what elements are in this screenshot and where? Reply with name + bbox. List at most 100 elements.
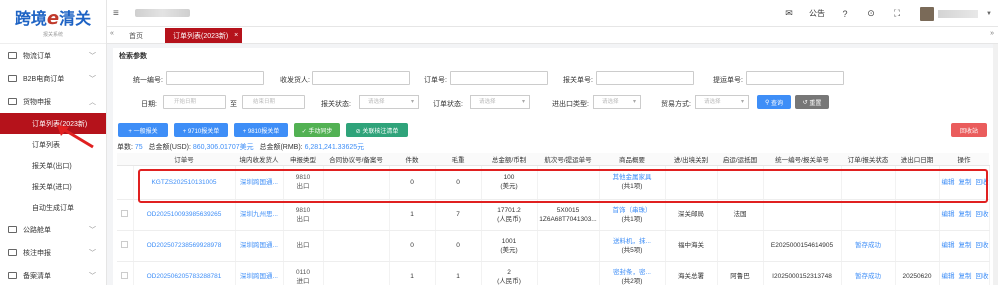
recycle-bin-button[interactable]: 回收站 [951, 123, 987, 137]
tab-home[interactable]: 首页 [121, 28, 151, 43]
close-icon[interactable]: × [234, 32, 238, 39]
goods-cell: 送料机，抹... (共5项) [599, 230, 666, 262]
caret-down-icon[interactable]: ▼ [986, 11, 992, 17]
avatar[interactable] [920, 6, 935, 21]
type-direction: 出口 [296, 215, 310, 223]
tab-prev-icon[interactable]: « [110, 30, 114, 37]
order-status-select[interactable]: 请选择 [470, 95, 530, 109]
recycle-link[interactable]: 回收 [976, 242, 989, 249]
help-icon[interactable]: ? [832, 9, 858, 19]
link-consignment-button[interactable]: ⊘ 关联核注清单 [346, 123, 408, 137]
notice-link[interactable]: 公告 [802, 8, 832, 19]
sidebar-subitem-declaration-import[interactable]: 报关单(进口) [0, 176, 106, 197]
recycle-link[interactable]: 回收 [976, 211, 989, 218]
voyage-cell: 5X0015 1Z6A68T7041303... [537, 199, 600, 231]
amount-cell: 1001 (美元) [481, 230, 538, 262]
col-pieces: 件数 [389, 153, 435, 166]
consignee-input[interactable] [312, 71, 410, 85]
sidebar-item-road-manifest[interactable]: 公路舱单 ﹀ [0, 218, 106, 241]
copy-link[interactable]: 复制 [959, 242, 972, 249]
theme-icon[interactable]: ⊙ [858, 8, 884, 19]
general-declaration-button[interactable]: + 一般报关 [118, 123, 168, 137]
edit-link[interactable]: 编辑 [942, 179, 955, 186]
decl-status-select[interactable]: 请选择 [359, 95, 419, 109]
folder-icon [8, 52, 17, 59]
bill-no-input[interactable] [746, 71, 844, 85]
status-link[interactable]: 暂存成功 [855, 273, 881, 280]
copy-link[interactable]: 复制 [959, 211, 972, 218]
logo-e: e [46, 8, 60, 29]
order-no-input[interactable] [450, 71, 548, 85]
end-date-input[interactable]: 结束日期 [242, 95, 305, 109]
sidebar-item-verification[interactable]: 核注申报 ﹀ [0, 241, 106, 264]
sidebar-subitem-declaration-export[interactable]: 报关单(出口) [0, 155, 106, 176]
ie-type-select[interactable]: 请选择 [593, 95, 641, 109]
consignee-link[interactable]: 深圳跨国通... [240, 273, 278, 280]
currency: (人民币) [497, 277, 521, 285]
col-consignee: 境内收发货人 [235, 153, 283, 166]
col-unified-no: 统一编号/报关单号 [763, 153, 841, 166]
order-no-link[interactable]: KGTZS202510131005 [151, 179, 216, 186]
goods-link[interactable]: 送料机，抹... [600, 237, 665, 246]
port-cell [665, 165, 718, 200]
goods-link[interactable]: 其他金属家具 [600, 173, 665, 182]
edit-link[interactable]: 编辑 [942, 273, 955, 280]
table-row[interactable]: OD202510093985639265 深圳九州思... 9810 出口 1 7… [117, 199, 990, 231]
pieces-cell: 0 [389, 165, 436, 200]
trade-mode-select[interactable]: 请选择 [695, 95, 749, 109]
table-row[interactable]: OD202507238569928978 深圳跨国通... 出口 0 0 100… [117, 230, 990, 262]
row-checkbox[interactable] [121, 209, 129, 217]
edit-link[interactable]: 编辑 [942, 211, 955, 218]
blurred-username[interactable] [938, 9, 979, 18]
edit-link[interactable]: 编辑 [942, 242, 955, 249]
declaration-no-input[interactable] [596, 71, 694, 85]
order-no-cell: OD202506205783288781 [133, 261, 236, 285]
recycle-link[interactable]: 回收 [976, 273, 989, 280]
sidebar-item-label: 核注申报 [23, 249, 51, 257]
sidebar-subitem-auto-generate[interactable]: 自动生成订单 [0, 197, 106, 218]
sidebar-item-goods-declaration[interactable]: 货物申报 ︿ [0, 90, 106, 113]
vertical-scrollbar[interactable] [993, 44, 998, 285]
recycle-link[interactable]: 回收 [976, 179, 989, 186]
order-no-link[interactable]: OD202507238569928978 [147, 242, 222, 249]
top-right-tools: ✉ 公告 ? ⊙ ⛶ ▼ [776, 0, 998, 27]
order-no-link[interactable]: OD202510093985639265 [147, 211, 222, 218]
tab-order-list-2023[interactable]: 订单列表(2023新) × [165, 28, 243, 43]
contract-cell [323, 230, 390, 262]
amount: 2 [507, 268, 511, 276]
goods-link[interactable]: 首饰（串珠） [600, 206, 665, 215]
unified-no-input[interactable] [166, 71, 264, 85]
row-checkbox[interactable] [121, 271, 129, 279]
consignee-link[interactable]: 深圳跨国通... [240, 179, 278, 186]
table-row[interactable]: OD202506205783288781 深圳跨国通... 0110 进口 1 1… [117, 261, 990, 285]
query-button[interactable]: ⚲ 查询 [757, 95, 791, 109]
consignee-link[interactable]: 深圳跨国通... [240, 242, 278, 249]
manual-sync-button[interactable]: ✓ 手动同步 [294, 123, 340, 137]
status-link[interactable]: 暂存成功 [855, 242, 881, 249]
date-cell [895, 199, 940, 231]
folder-icon [8, 98, 17, 105]
start-date-input[interactable]: 开始日期 [163, 95, 226, 109]
sidebar-item-filing-list[interactable]: 备案清单 ﹀ [0, 264, 106, 285]
copy-link[interactable]: 复制 [959, 179, 972, 186]
declare-9810-button[interactable]: + 9810报关单 [234, 123, 288, 137]
row-select-cell [117, 230, 134, 262]
goods-link[interactable]: 密封条，密... [600, 268, 665, 277]
mail-icon[interactable]: ✉ [776, 8, 802, 19]
reset-button[interactable]: ↺ 重置 [795, 95, 829, 109]
row-checkbox[interactable] [121, 240, 129, 248]
sidebar-item-b2b-orders[interactable]: B2B电商订单 ﹀ [0, 67, 106, 90]
table-row[interactable]: KGTZS202510131005 深圳跨国通... 9810 出口 0 0 10… [117, 165, 990, 200]
chevron-down-icon: ﹀ [89, 249, 96, 257]
tab-next-icon[interactable]: » [990, 30, 994, 37]
amount: 1001 [501, 237, 517, 245]
fullscreen-icon[interactable]: ⛶ [884, 8, 910, 19]
date-cell [895, 165, 940, 200]
sidebar-item-logistics-orders[interactable]: 物流订单 ﹀ [0, 44, 106, 67]
menu-toggle-icon[interactable]: ≡ [113, 8, 119, 19]
consignee-link[interactable]: 深圳九州思... [240, 211, 278, 218]
chevron-down-icon: ﹀ [89, 272, 96, 280]
copy-link[interactable]: 复制 [959, 273, 972, 280]
order-no-link[interactable]: OD202506205783288781 [147, 273, 222, 280]
declare-9710-button[interactable]: + 9710报关单 [174, 123, 228, 137]
